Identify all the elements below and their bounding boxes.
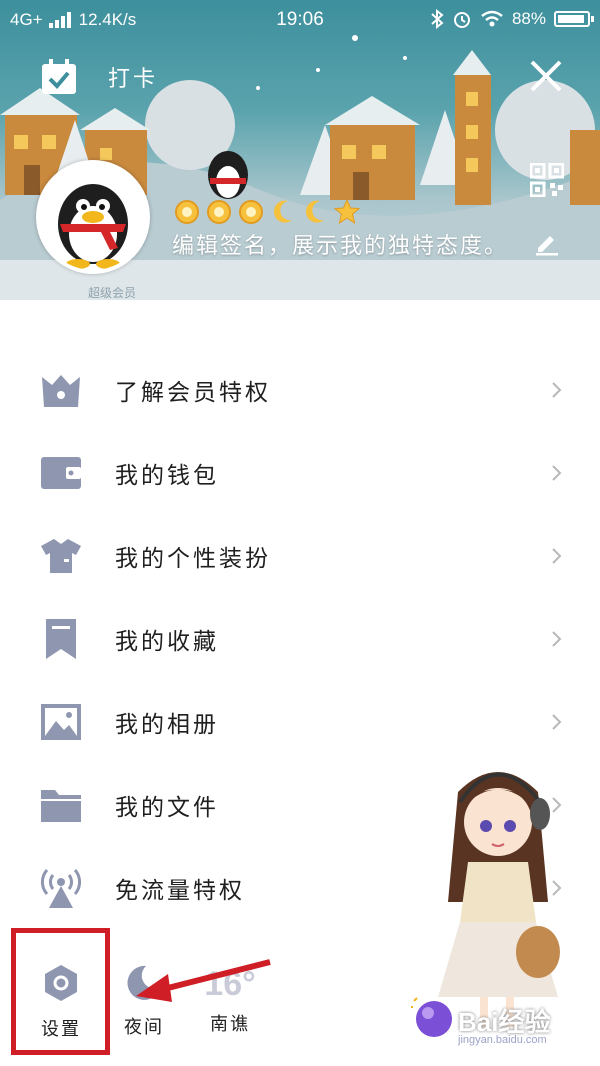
menu-item-wallet[interactable]: 我的钱包 — [0, 431, 600, 514]
close-icon[interactable] — [528, 58, 564, 94]
crown-icon — [42, 374, 80, 407]
battery-icon — [554, 11, 594, 27]
star-icon — [333, 198, 361, 225]
alarm-icon — [453, 12, 470, 28]
shirt-icon — [41, 538, 81, 573]
weather-city: 南谯 — [210, 1014, 250, 1035]
penguin-avatar-image — [58, 184, 128, 269]
battery-percent: 88% — [511, 9, 546, 28]
menu-item-favorites[interactable]: 我的收藏 — [0, 597, 600, 680]
qr-code-icon[interactable] — [530, 163, 564, 197]
wallet-icon — [41, 456, 81, 489]
photo-icon — [41, 703, 81, 740]
menu-item-album[interactable]: 我的相册 — [0, 680, 600, 763]
broadcast-icon — [40, 868, 82, 908]
sun-icon — [207, 200, 231, 224]
menu-label: 了解会员特权 — [115, 379, 271, 406]
watermark-url: jingyan.baidu.com — [458, 1034, 547, 1046]
profile-header: 4G+ 12.4K/s 19:06 88% 打卡 编辑签名，展示我的独特态度。 … — [0, 0, 600, 300]
edit-pencil-icon[interactable] — [534, 230, 560, 256]
wifi-icon — [481, 10, 503, 27]
menu-label: 我的相册 — [115, 711, 219, 738]
calendar-check-icon — [42, 59, 76, 94]
chevron-right-icon — [552, 713, 562, 730]
menu-label: 我的文件 — [115, 794, 219, 821]
baidu-jingyan-logo — [411, 997, 452, 1037]
menu-label: 我的收藏 — [115, 628, 219, 655]
avatar[interactable] — [36, 160, 150, 274]
vip-faint-label: 超级会员 — [88, 286, 137, 300]
moon-icon — [273, 200, 292, 223]
menu-label: 免流量特权 — [115, 877, 245, 904]
sun-icon — [175, 200, 199, 224]
night-label: 夜间 — [124, 1017, 164, 1038]
moon-icon — [305, 200, 324, 223]
checkin-label: 打卡 — [108, 67, 159, 92]
bookmark-icon — [46, 618, 76, 659]
chevron-right-icon — [552, 547, 562, 564]
settings-highlight-box — [11, 928, 110, 1055]
folder-icon — [41, 789, 81, 822]
bluetooth-icon — [431, 9, 444, 29]
chevron-right-icon — [552, 464, 562, 481]
checkin-button[interactable]: 打卡 — [40, 58, 158, 96]
chevron-right-icon — [552, 381, 562, 398]
red-arrow-annotation — [136, 959, 271, 1002]
level-badges[interactable] — [172, 198, 362, 226]
menu-item-personalization[interactable]: 我的个性装扮 — [0, 514, 600, 597]
signature-text[interactable]: 编辑签名，展示我的独特态度。 — [172, 228, 508, 260]
menu-label: 我的个性装扮 — [115, 545, 271, 572]
menu-item-vip-privileges[interactable]: 了解会员特权 — [0, 348, 600, 431]
menu-label: 我的钱包 — [115, 462, 219, 489]
sun-icon — [239, 200, 263, 224]
status-bar: 4G+ 12.4K/s 19:06 88% — [0, 0, 600, 40]
chevron-right-icon — [552, 630, 562, 647]
